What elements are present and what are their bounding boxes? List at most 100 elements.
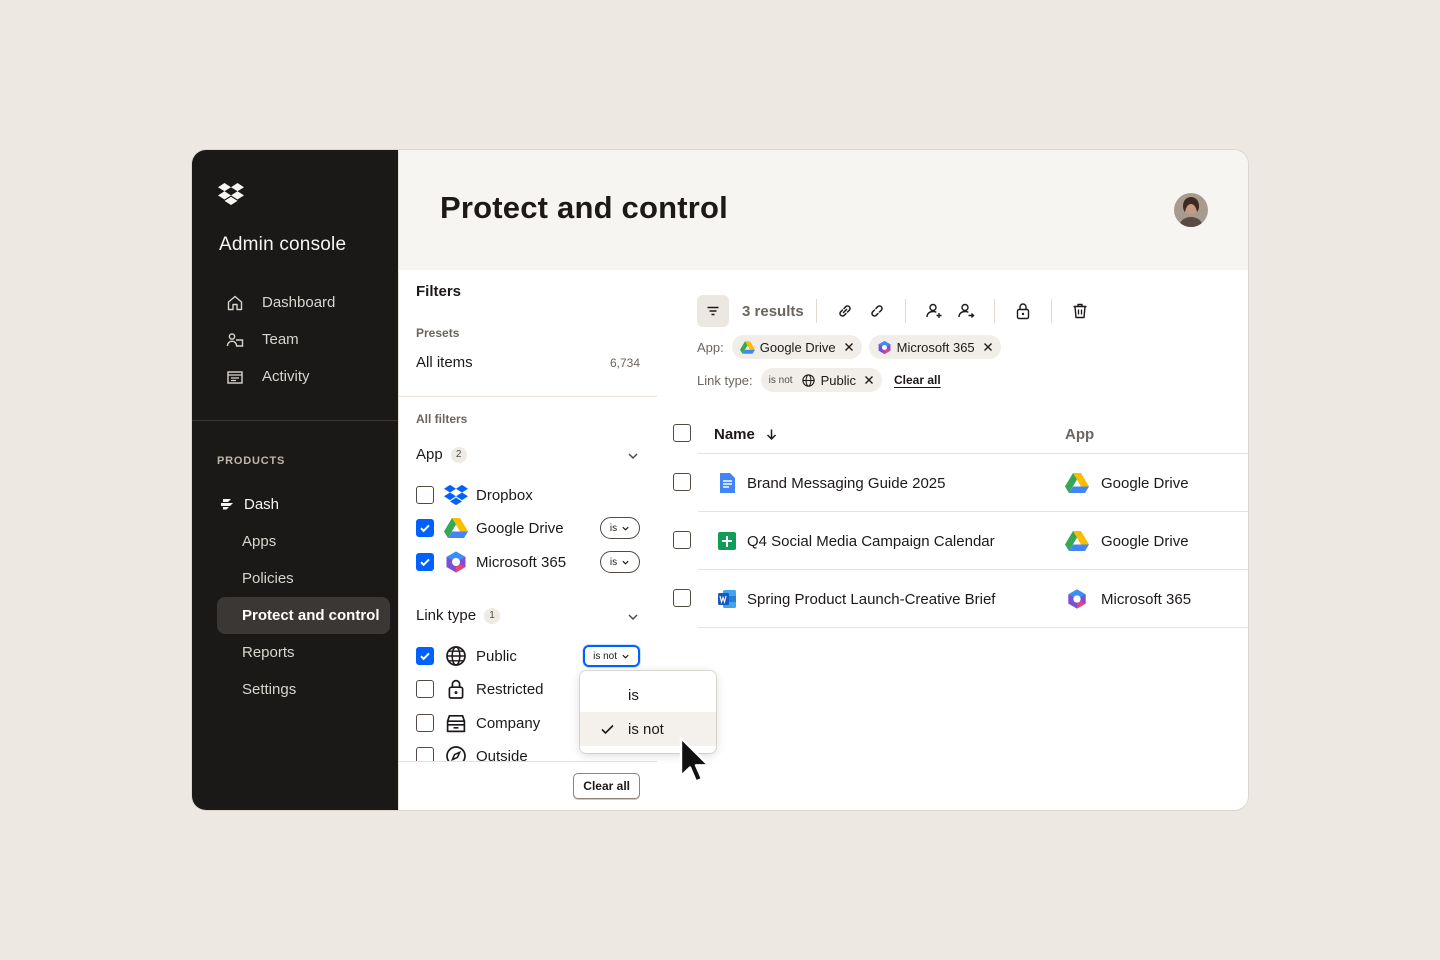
filter-option-microsoft-365: Microsoft 365 is xyxy=(416,550,640,574)
app-filter-count-badge: 2 xyxy=(450,446,467,463)
lock-icon xyxy=(448,679,464,699)
filter-option-label: Restricted xyxy=(476,680,544,698)
chevron-down-icon xyxy=(622,526,629,531)
company-checkbox[interactable] xyxy=(416,714,434,732)
app-cell: Google Drive xyxy=(1065,472,1189,494)
transfer-user-icon[interactable] xyxy=(956,301,976,321)
close-icon[interactable] xyxy=(844,342,854,352)
google-drive-operator-select[interactable]: is xyxy=(600,517,640,539)
filters-title: Filters xyxy=(416,283,462,300)
sidebar-item-dash[interactable]: Dash xyxy=(219,492,279,516)
close-icon[interactable] xyxy=(983,342,993,352)
sidebar-item-policies[interactable]: Policies xyxy=(217,560,390,597)
sidebar-item-activity[interactable]: Activity xyxy=(218,358,390,395)
link-type-chip-row: Link type: is not Public Clear all xyxy=(697,368,941,392)
google-drive-icon xyxy=(739,340,755,354)
sidebar-item-reports[interactable]: Reports xyxy=(217,634,390,671)
restricted-checkbox[interactable] xyxy=(416,680,434,698)
row-checkbox[interactable] xyxy=(673,473,691,491)
unlink-icon[interactable] xyxy=(867,301,887,321)
google-drive-icon xyxy=(1065,473,1089,493)
filter-toggle-button[interactable] xyxy=(697,295,729,327)
products-section-label: PRODUCTS xyxy=(217,455,286,467)
filter-option-label: Public xyxy=(476,647,517,665)
sidebar-divider xyxy=(192,420,398,421)
dropbox-icon xyxy=(444,484,468,506)
microsoft-365-operator-select[interactable]: is xyxy=(600,551,640,573)
clear-all-chips-link[interactable]: Clear all xyxy=(894,373,941,387)
preset-all-items[interactable]: All items xyxy=(416,354,473,371)
team-icon xyxy=(226,332,244,347)
google-drive-checkbox[interactable] xyxy=(416,519,434,537)
link-type-filter-count-badge: 1 xyxy=(484,607,501,624)
sidebar-item-settings[interactable]: Settings xyxy=(217,671,390,708)
row-checkbox[interactable] xyxy=(673,531,691,549)
row-divider xyxy=(698,511,1248,512)
building-icon xyxy=(446,714,466,733)
file-name: Brand Messaging Guide 2025 xyxy=(747,474,946,492)
chip-text: Public xyxy=(820,372,856,388)
table-row[interactable]: Spring Product Launch-Creative Brief Mic… xyxy=(672,569,1248,627)
column-header-name[interactable]: Name xyxy=(714,426,778,443)
clear-all-filters-button[interactable]: Clear all xyxy=(573,773,640,799)
link-type-filter-label: Link type xyxy=(416,607,477,624)
operator-value: is not xyxy=(593,650,617,662)
add-user-icon[interactable] xyxy=(924,301,944,321)
file-name-cell: Spring Product Launch-Creative Brief xyxy=(716,588,995,610)
app-chip-row: App: Google Drive Microsoft 365 xyxy=(697,335,1008,359)
select-all-checkbox[interactable] xyxy=(673,424,691,442)
chevron-down-icon xyxy=(622,654,629,659)
app-cell: Microsoft 365 xyxy=(1065,588,1191,610)
row-divider xyxy=(698,569,1248,570)
row-divider xyxy=(698,627,1248,628)
table-row[interactable]: Brand Messaging Guide 2025 Google Drive xyxy=(672,453,1248,511)
row-checkbox[interactable] xyxy=(673,589,691,607)
mouse-pointer-icon xyxy=(679,736,710,783)
dropbox-checkbox[interactable] xyxy=(416,486,434,504)
dash-sub-nav: Apps Policies Protect and control Report… xyxy=(217,523,390,708)
app-name: Google Drive xyxy=(1101,532,1189,550)
filter-icon xyxy=(707,306,719,316)
preset-all-items-count: 6,734 xyxy=(609,356,640,370)
app-cell: Google Drive xyxy=(1065,530,1189,552)
globe-icon xyxy=(801,373,815,387)
app-name: Google Drive xyxy=(1101,474,1189,492)
google-docs-icon xyxy=(720,473,735,493)
link-type-filter-group-header[interactable]: Link type 1 xyxy=(416,607,640,624)
close-icon[interactable] xyxy=(864,375,874,385)
avatar[interactable] xyxy=(1174,193,1208,227)
chip-text: Microsoft 365 xyxy=(896,339,975,355)
arrow-down-icon xyxy=(766,429,776,441)
sidebar-item-team[interactable]: Team xyxy=(218,321,390,358)
app-chip-label: App: xyxy=(697,339,724,355)
lock-icon[interactable] xyxy=(1013,301,1033,321)
sidebar-item-label: Dash xyxy=(244,495,280,513)
app-filter-group-header[interactable]: App 2 xyxy=(416,446,640,463)
microsoft-365-checkbox[interactable] xyxy=(416,553,434,571)
table-row[interactable]: Q4 Social Media Campaign Calendar Google… xyxy=(672,511,1248,569)
public-checkbox[interactable] xyxy=(416,647,434,665)
table-header: Name App xyxy=(672,413,1248,453)
filter-option-label: Dropbox xyxy=(476,486,533,504)
google-drive-icon xyxy=(1065,531,1089,551)
chevron-down-icon xyxy=(622,560,629,565)
sidebar-item-protect-and-control[interactable]: Protect and control xyxy=(217,597,390,634)
filter-option-dropbox: Dropbox xyxy=(416,483,640,507)
chevron-down-icon[interactable] xyxy=(626,449,640,463)
file-name-cell: Brand Messaging Guide 2025 xyxy=(716,472,945,494)
google-sheets-icon xyxy=(718,532,736,550)
row-divider xyxy=(698,453,1248,454)
sidebar-item-dashboard[interactable]: Dashboard xyxy=(218,284,390,321)
sidebar-item-label: Team xyxy=(262,331,299,348)
link-icon[interactable] xyxy=(835,301,855,321)
sidebar-item-apps[interactable]: Apps xyxy=(217,523,390,560)
trash-icon[interactable] xyxy=(1070,301,1090,321)
dropbox-logo-icon[interactable] xyxy=(218,182,244,206)
dropdown-option-is[interactable]: is xyxy=(580,678,716,712)
toolbar-divider xyxy=(1050,299,1052,323)
chip-microsoft-365: Microsoft 365 xyxy=(868,335,1001,359)
public-operator-select[interactable]: is not xyxy=(583,645,640,667)
column-header-app[interactable]: App xyxy=(1065,426,1094,443)
chevron-down-icon[interactable] xyxy=(626,610,640,624)
word-doc-icon xyxy=(718,590,736,608)
